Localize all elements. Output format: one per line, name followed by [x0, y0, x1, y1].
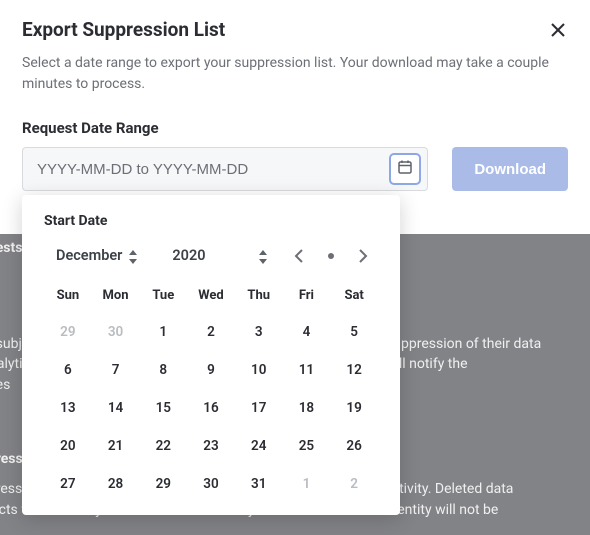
calendar-day[interactable]: 1 — [283, 465, 331, 503]
day-of-week-header: Sun — [44, 282, 92, 313]
month-nav — [294, 248, 374, 264]
calendar-day[interactable]: 15 — [139, 389, 187, 427]
calendar-day[interactable]: 2 — [330, 465, 378, 503]
month-label: December — [56, 247, 122, 264]
calendar-day[interactable]: 18 — [283, 389, 331, 427]
calendar-day[interactable]: 14 — [92, 389, 140, 427]
datepicker-label: Start Date — [44, 213, 378, 229]
year-label: 2020 — [172, 247, 205, 264]
calendar-day[interactable]: 26 — [330, 427, 378, 465]
calendar-day[interactable]: 16 — [187, 389, 235, 427]
calendar-day[interactable]: 1 — [139, 313, 187, 351]
day-of-week-header: Thu — [235, 282, 283, 313]
calendar-day[interactable]: 23 — [187, 427, 235, 465]
calendar-trigger[interactable] — [389, 153, 421, 185]
day-of-week-header: Tue — [139, 282, 187, 313]
calendar-day[interactable]: 5 — [330, 313, 378, 351]
month-select[interactable]: December — [56, 247, 138, 264]
calendar-day[interactable]: 25 — [283, 427, 331, 465]
calendar-day[interactable]: 17 — [235, 389, 283, 427]
calendar-day[interactable]: 2 — [187, 313, 235, 351]
year-select[interactable]: 2020 — [172, 247, 267, 264]
calendar-day[interactable]: 9 — [187, 351, 235, 389]
calendar-day[interactable]: 31 — [235, 465, 283, 503]
today-button[interactable] — [328, 253, 334, 259]
calendar-day[interactable]: 20 — [44, 427, 92, 465]
calendar-day[interactable]: 30 — [187, 465, 235, 503]
calendar-day[interactable]: 21 — [92, 427, 140, 465]
calendar-day[interactable]: 4 — [283, 313, 331, 351]
download-button[interactable]: Download — [452, 147, 568, 191]
date-input-wrap — [22, 147, 428, 191]
day-of-week-header: Sat — [330, 282, 378, 313]
close-icon[interactable] — [548, 20, 568, 40]
export-suppression-modal: Export Suppression List Select a date ra… — [0, 0, 590, 191]
calendar-day[interactable]: 7 — [92, 351, 140, 389]
modal-title: Export Suppression List — [22, 18, 225, 41]
date-range-input[interactable] — [37, 161, 389, 178]
calendar-grid: SunMonTueWedThuFriSat2930123456789101112… — [44, 282, 378, 503]
calendar-day[interactable]: 19 — [330, 389, 378, 427]
calendar-day[interactable]: 6 — [44, 351, 92, 389]
day-of-week-header: Fri — [283, 282, 331, 313]
sort-icon — [128, 249, 138, 263]
calendar-day[interactable]: 11 — [283, 351, 331, 389]
calendar-day[interactable]: 8 — [139, 351, 187, 389]
day-of-week-header: Mon — [92, 282, 140, 313]
calendar-day[interactable]: 22 — [139, 427, 187, 465]
modal-description: Select a date range to export your suppr… — [22, 53, 568, 95]
sort-icon — [258, 249, 268, 263]
next-month-button[interactable] — [358, 248, 368, 264]
calendar-day[interactable]: 27 — [44, 465, 92, 503]
calendar-day[interactable]: 28 — [92, 465, 140, 503]
prev-month-button[interactable] — [294, 248, 304, 264]
calendar-day[interactable]: 29 — [139, 465, 187, 503]
calendar-day[interactable]: 30 — [92, 313, 140, 351]
calendar-day[interactable]: 10 — [235, 351, 283, 389]
calendar-icon — [397, 159, 413, 179]
modal-header: Export Suppression List — [22, 18, 568, 41]
bg-text: olv — [0, 520, 580, 535]
calendar-day[interactable]: 13 — [44, 389, 92, 427]
day-of-week-header: Wed — [187, 282, 235, 313]
input-row: Download — [22, 147, 568, 191]
calendar-day[interactable]: 12 — [330, 351, 378, 389]
datepicker-popover: Start Date December 2020 — [22, 195, 400, 515]
calendar-day[interactable]: 29 — [44, 313, 92, 351]
calendar-day[interactable]: 24 — [235, 427, 283, 465]
calendar-day[interactable]: 3 — [235, 313, 283, 351]
date-range-label: Request Date Range — [22, 119, 568, 137]
datepicker-nav: December 2020 — [44, 247, 378, 264]
